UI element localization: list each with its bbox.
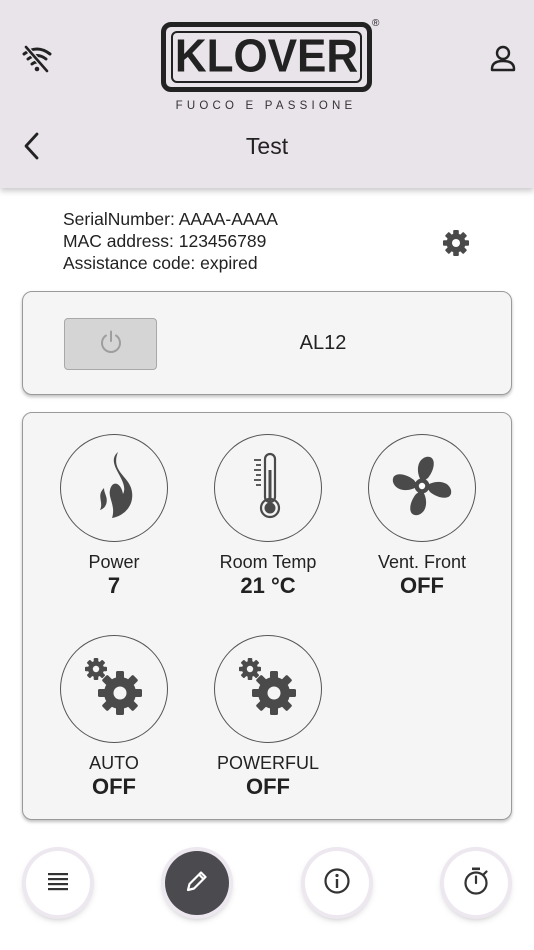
control-powerful-label: POWERFUL xyxy=(216,753,319,773)
control-vent-front-value: OFF xyxy=(400,573,444,598)
assistance-code: Assistance code: expired xyxy=(63,253,258,273)
gear-icon[interactable] xyxy=(440,227,472,259)
menu-button[interactable] xyxy=(26,851,90,915)
list-icon xyxy=(46,870,70,897)
control-vent-front[interactable]: Vent. Front OFF xyxy=(352,434,492,599)
control-power[interactable]: Power 7 xyxy=(44,434,184,599)
pencil-icon xyxy=(183,867,211,900)
control-auto-label: AUTO xyxy=(89,753,139,773)
app-header: KLOVER ® FUOCO E PASSIONE Test xyxy=(0,0,534,188)
thermometer-icon xyxy=(248,450,288,527)
control-room-temp-button[interactable] xyxy=(214,434,322,542)
control-powerful-value: OFF xyxy=(246,774,290,799)
wifi-off-icon[interactable] xyxy=(20,42,54,76)
control-auto-value: OFF xyxy=(92,774,136,799)
serial-number: SerialNumber: AAAA-AAAA xyxy=(63,209,278,229)
page-title: Test xyxy=(245,133,289,159)
control-room-temp-value: 21 °C xyxy=(240,573,296,598)
klover-logo: KLOVER ® FUOCO E PASSIONE xyxy=(158,18,384,118)
control-auto[interactable]: AUTO OFF xyxy=(44,635,184,800)
control-power-label: Power xyxy=(88,552,140,572)
edit-button[interactable] xyxy=(165,851,229,915)
control-room-temp[interactable]: Room Temp 21 °C xyxy=(198,434,338,599)
user-icon[interactable] xyxy=(487,42,519,76)
control-power-value: 7 xyxy=(107,573,121,598)
logo-wordmark: KLOVER xyxy=(174,30,359,83)
control-vent-front-button[interactable] xyxy=(368,434,476,542)
power-button[interactable] xyxy=(64,318,157,370)
control-auto-button[interactable] xyxy=(60,635,168,743)
status-card: AL12 xyxy=(22,291,512,395)
registered-mark: ® xyxy=(372,18,380,29)
flame-icon xyxy=(90,450,138,527)
logo-inner-frame: KLOVER xyxy=(171,31,362,83)
device-info: SerialNumber: AAAA-AAAA MAC address: 123… xyxy=(63,208,278,274)
control-room-temp-label: Room Temp xyxy=(219,552,317,572)
control-powerful[interactable]: POWERFUL OFF xyxy=(198,635,338,800)
timer-button[interactable] xyxy=(444,851,508,915)
mac-address: MAC address: 123456789 xyxy=(63,231,267,251)
gears-icon xyxy=(82,655,146,724)
info-icon xyxy=(323,867,351,900)
gears-icon xyxy=(236,655,300,724)
info-button[interactable] xyxy=(305,851,369,915)
control-power-button[interactable] xyxy=(60,434,168,542)
fan-icon xyxy=(389,453,455,524)
power-icon xyxy=(97,328,125,361)
timer-icon xyxy=(462,866,490,901)
logo-frame: KLOVER xyxy=(161,22,372,92)
control-powerful-button[interactable] xyxy=(214,635,322,743)
logo-tagline: FUOCO E PASSIONE xyxy=(175,100,357,112)
controls-card: Power 7 Room Temp 21 °C Vent. Front OFF … xyxy=(22,412,512,820)
alarm-code: AL12 xyxy=(299,332,347,354)
control-vent-front-label: Vent. Front xyxy=(377,552,467,572)
